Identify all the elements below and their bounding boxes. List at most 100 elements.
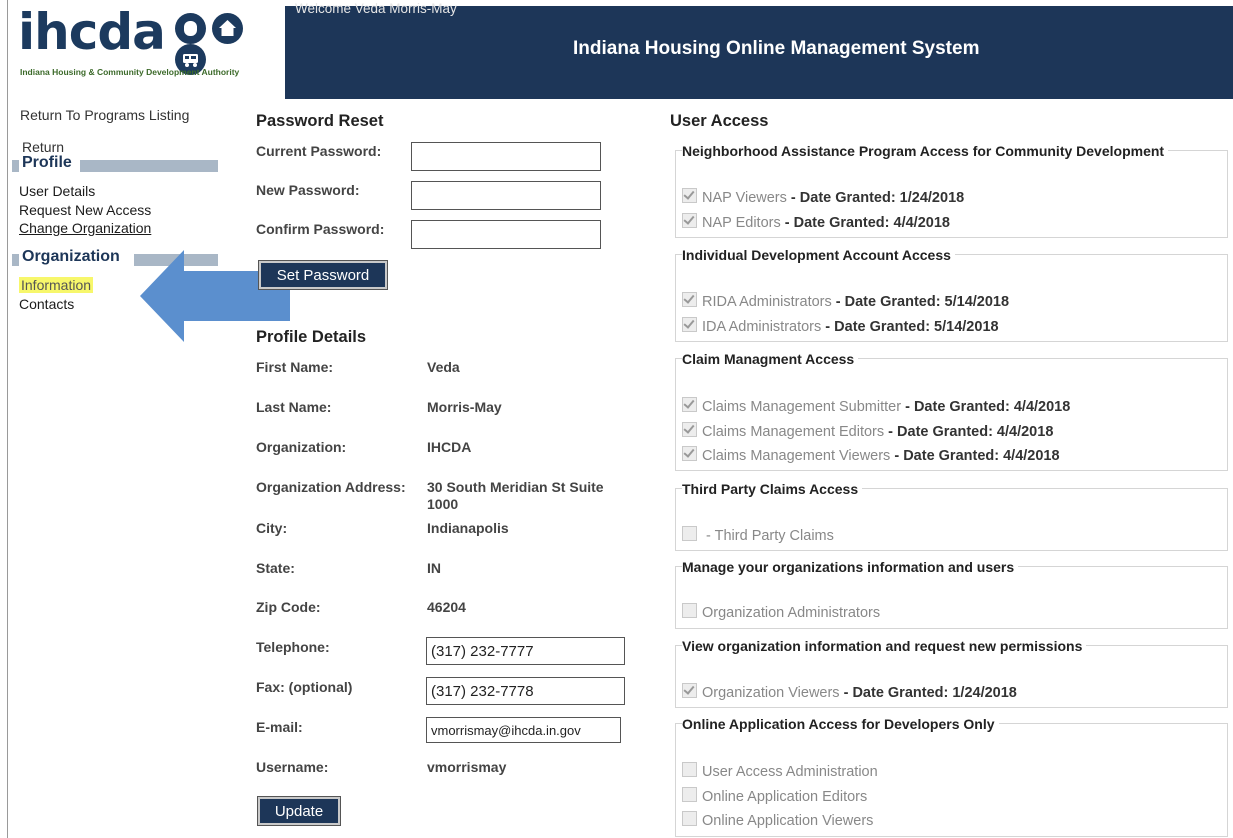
telephone-label: Telephone:	[256, 639, 330, 655]
permission-date: - Date Granted: 4/4/2018	[888, 424, 1054, 440]
system-title: Indiana Housing Online Management System	[573, 38, 980, 59]
permission-name: Online Application Editors	[702, 789, 868, 805]
permission-item: Online Application Editors	[682, 787, 867, 805]
fax-input[interactable]	[426, 677, 625, 705]
permission-name: Claims Management Editors	[702, 424, 885, 440]
return-to-programs-link[interactable]: Return To Programs Listing	[20, 107, 189, 123]
permission-date: - Date Granted: 4/4/2018	[905, 399, 1071, 415]
new-password-label: New Password:	[256, 182, 360, 198]
permission-name: NAP Viewers	[702, 190, 787, 206]
ihcda-logo[interactable]: ihcda Indiana Housing & Community Develo…	[8, 0, 280, 98]
logo-wordmark: ihcda	[18, 3, 166, 61]
first-name-value: Veda	[427, 359, 460, 375]
permission-item: NAP Editors - Date Granted: 4/4/2018	[682, 213, 950, 231]
access-group-title: View organization information and reques…	[682, 638, 1087, 654]
current-password-label: Current Password:	[256, 143, 382, 159]
permission-name: Organization Viewers	[702, 685, 840, 701]
access-group-title: Online Application Access for Developers…	[682, 716, 999, 732]
checkbox-unchecked[interactable]	[682, 787, 697, 802]
state-value: IN	[427, 560, 441, 576]
state-label: State:	[256, 560, 295, 576]
permission-item: RIDA Administrators - Date Granted: 5/14…	[682, 292, 1009, 310]
user-access-heading: User Access	[670, 112, 769, 130]
profile-section-heading: Profile	[12, 154, 222, 172]
current-password-input[interactable]	[411, 142, 601, 171]
checkbox-unchecked[interactable]	[682, 811, 697, 826]
checkbox-checked[interactable]	[682, 397, 697, 412]
access-group-title: Third Party Claims Access	[682, 481, 863, 497]
permission-date: - Date Granted: 5/14/2018	[825, 319, 999, 335]
zip-code-value: 46204	[427, 599, 466, 615]
access-group-title: Neighborhood Assistance Program Access f…	[682, 143, 1169, 159]
email-input[interactable]	[426, 717, 621, 743]
access-group-title: Claim Managment Access	[682, 351, 859, 367]
permission-item: NAP Viewers - Date Granted: 1/24/2018	[682, 188, 964, 206]
request-new-access-link[interactable]: Request New Access	[19, 202, 151, 218]
city-label: City:	[256, 520, 288, 536]
permission-name: Claims Management Viewers	[702, 448, 891, 464]
permission-item: Organization Administrators	[682, 603, 880, 621]
permission-item: Claims Management Editors - Date Granted…	[682, 422, 1053, 440]
checkbox-unchecked[interactable]	[682, 526, 697, 541]
contacts-link[interactable]: Contacts	[19, 296, 74, 312]
checkbox-checked[interactable]	[682, 292, 697, 307]
checkbox-checked[interactable]	[682, 422, 697, 437]
logo-icons	[175, 13, 280, 75]
logo-circle-icon	[175, 13, 206, 44]
profile-details-heading: Profile Details	[256, 328, 367, 346]
checkbox-checked[interactable]	[682, 317, 697, 332]
permission-name: RIDA Administrators	[702, 294, 832, 310]
permission-name: IDA Administrators	[702, 319, 822, 335]
profile-heading: Profile	[22, 154, 72, 171]
permission-item: - Third Party Claims	[682, 526, 834, 544]
last-name-value: Morris-May	[427, 399, 502, 415]
information-link-label: Information	[19, 277, 94, 293]
permission-item: Online Application Viewers	[682, 811, 873, 829]
return-link[interactable]: Return	[22, 139, 64, 155]
organization-value: IHCDA	[427, 439, 472, 455]
organization-address-label: Organization Address:	[256, 479, 406, 495]
city-value: Indianapolis	[427, 520, 509, 536]
email-label: E-mail:	[256, 719, 303, 735]
header-bar: Welcome Veda Morris-May Indiana Housing …	[285, 1, 1233, 99]
permission-date: - Third Party Claims	[706, 528, 834, 544]
permission-date: - Date Granted: 1/24/2018	[790, 190, 965, 206]
username-value: vmorrismay	[427, 759, 507, 775]
fax-label: Fax: (optional)	[256, 679, 353, 695]
checkbox-unchecked[interactable]	[682, 603, 697, 618]
permission-date: - Date Granted: 4/4/2018	[894, 448, 1060, 464]
permission-name: User Access Administration	[702, 764, 878, 780]
checkbox-unchecked[interactable]	[682, 762, 697, 777]
permission-date: - Date Granted: 5/14/2018	[835, 294, 1010, 310]
permission-item: IDA Administrators - Date Granted: 5/14/…	[682, 317, 999, 335]
organization-label: Organization:	[256, 439, 347, 455]
page-frame-line	[7, 0, 8, 838]
first-name-label: First Name:	[256, 359, 334, 375]
checkbox-checked[interactable]	[682, 188, 697, 203]
welcome-text: Welcome Veda Morris-May	[295, 1, 457, 16]
access-group-title: Individual Development Account Access	[682, 247, 955, 263]
user-details-link[interactable]: User Details	[19, 183, 95, 199]
permission-item: User Access Administration	[682, 762, 878, 780]
organization-address-line2: 1000	[427, 496, 459, 512]
house-icon	[212, 13, 244, 44]
checkbox-checked[interactable]	[682, 213, 697, 228]
permission-name: Online Application Viewers	[702, 813, 874, 829]
permission-name: Claims Management Submitter	[702, 399, 902, 415]
permission-name: Organization Administrators	[702, 605, 881, 621]
telephone-input[interactable]	[426, 637, 625, 665]
permission-date: - Date Granted: 4/4/2018	[784, 215, 950, 231]
checkbox-checked[interactable]	[682, 683, 697, 698]
confirm-password-input[interactable]	[411, 220, 601, 249]
organization-heading: Organization	[22, 248, 120, 265]
new-password-input[interactable]	[411, 181, 601, 210]
permission-item: Organization Viewers - Date Granted: 1/2…	[682, 683, 1017, 701]
set-password-button[interactable]: Set Password	[258, 260, 388, 290]
permission-item: Claims Management Submitter - Date Grant…	[682, 397, 1070, 415]
checkbox-checked[interactable]	[682, 446, 697, 461]
permission-name: NAP Editors	[702, 215, 781, 231]
change-organization-link[interactable]: Change Organization	[19, 220, 151, 236]
information-link[interactable]: Information	[19, 277, 94, 293]
logo-subtitle: Indiana Housing & Community Development …	[20, 67, 240, 77]
update-button[interactable]: Update	[257, 796, 341, 826]
